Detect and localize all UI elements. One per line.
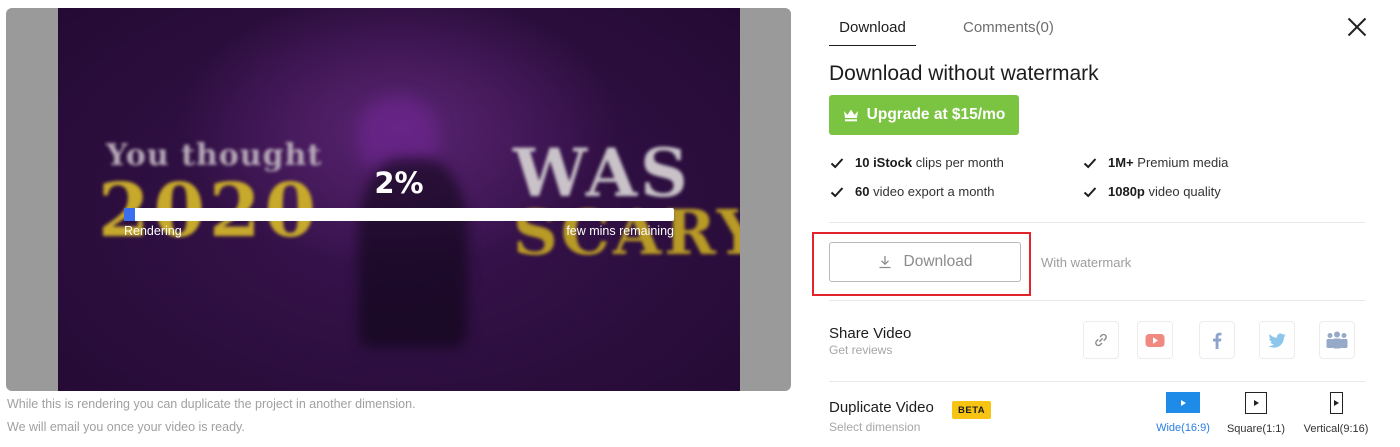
feature-strong: 1M+ <box>1108 155 1134 170</box>
square-video-icon <box>1245 392 1267 414</box>
upgrade-button[interactable]: Upgrade at $15/mo <box>829 95 1019 135</box>
dimension-vertical-option[interactable]: Vertical(9:16) <box>1301 392 1371 435</box>
wide-video-icon <box>1166 392 1200 413</box>
team-icon <box>1326 331 1348 349</box>
vertical-video-icon <box>1329 392 1343 414</box>
watermark-note: With watermark <box>1041 255 1132 270</box>
feature-item: 60 video export a month <box>830 184 995 199</box>
check-icon <box>1083 157 1097 168</box>
feature-item: 10 iStock clips per month <box>830 155 1004 170</box>
video-preview-frame: You thought 2020 WAS SCARY? 2% Rendering… <box>6 8 791 391</box>
facebook-icon <box>1213 332 1222 349</box>
dimension-label: Vertical(9:16) <box>1303 423 1369 435</box>
dimension-label: Wide(16:9) <box>1156 422 1210 434</box>
divider <box>829 222 1365 223</box>
duplicate-title: Duplicate Video <box>829 399 934 416</box>
check-icon <box>830 186 844 197</box>
download-panel: Download Comments(0) Download without wa… <box>812 0 1400 447</box>
divider <box>829 381 1365 382</box>
download-label: Download <box>903 253 973 270</box>
duplicate-subtitle: Select dimension <box>829 420 921 434</box>
render-status-label: Rendering <box>124 224 182 238</box>
feature-strong: 1080p <box>1108 184 1145 199</box>
feature-strong: 60 <box>855 184 870 199</box>
render-progress-percent: 2% <box>374 166 424 200</box>
share-title: Share Video <box>829 325 912 342</box>
render-note-email: We will email you once your video is rea… <box>7 420 245 434</box>
feature-text: video quality <box>1148 184 1221 199</box>
download-button[interactable]: Download <box>829 242 1021 282</box>
check-icon <box>1083 186 1097 197</box>
feature-text: clips per month <box>915 155 1004 170</box>
share-team-button[interactable] <box>1319 321 1355 359</box>
twitter-icon <box>1268 333 1286 348</box>
dimension-wide-option[interactable]: Wide(16:9) <box>1152 392 1214 434</box>
share-youtube-button[interactable] <box>1137 321 1173 359</box>
close-icon[interactable] <box>1346 16 1368 38</box>
youtube-icon <box>1145 333 1165 347</box>
render-progress-bar <box>124 208 674 221</box>
check-icon <box>830 157 844 168</box>
feature-text: Premium media <box>1137 155 1229 170</box>
divider <box>829 300 1365 301</box>
share-subtitle: Get reviews <box>829 343 893 357</box>
lamp-glow <box>358 96 438 166</box>
render-progress-fill <box>124 208 135 221</box>
dimension-square-option[interactable]: Square(1:1) <box>1224 392 1288 435</box>
tab-comments[interactable]: Comments(0) <box>963 18 1054 36</box>
beta-badge: BETA <box>952 401 992 419</box>
crown-icon <box>843 108 859 122</box>
feature-text: video export a month <box>873 184 995 199</box>
upgrade-label: Upgrade at $15/mo <box>866 106 1006 123</box>
tab-download[interactable]: Download <box>829 18 916 46</box>
feature-item: 1M+ Premium media <box>1083 155 1228 170</box>
share-link-button[interactable] <box>1083 321 1119 359</box>
share-facebook-button[interactable] <box>1199 321 1235 359</box>
feature-strong: 10 iStock <box>855 155 913 170</box>
panel-title: Download without watermark <box>829 62 1099 85</box>
render-note-duplicate: While this is rendering you can duplicat… <box>7 397 416 411</box>
render-remaining-label: few mins remaining <box>566 224 674 238</box>
feature-item: 1080p video quality <box>1083 184 1221 199</box>
dimension-label: Square(1:1) <box>1226 423 1286 435</box>
video-preview: You thought 2020 WAS SCARY? 2% Rendering… <box>58 8 740 391</box>
download-icon <box>879 256 891 269</box>
link-icon <box>1095 333 1107 347</box>
share-twitter-button[interactable] <box>1259 321 1295 359</box>
